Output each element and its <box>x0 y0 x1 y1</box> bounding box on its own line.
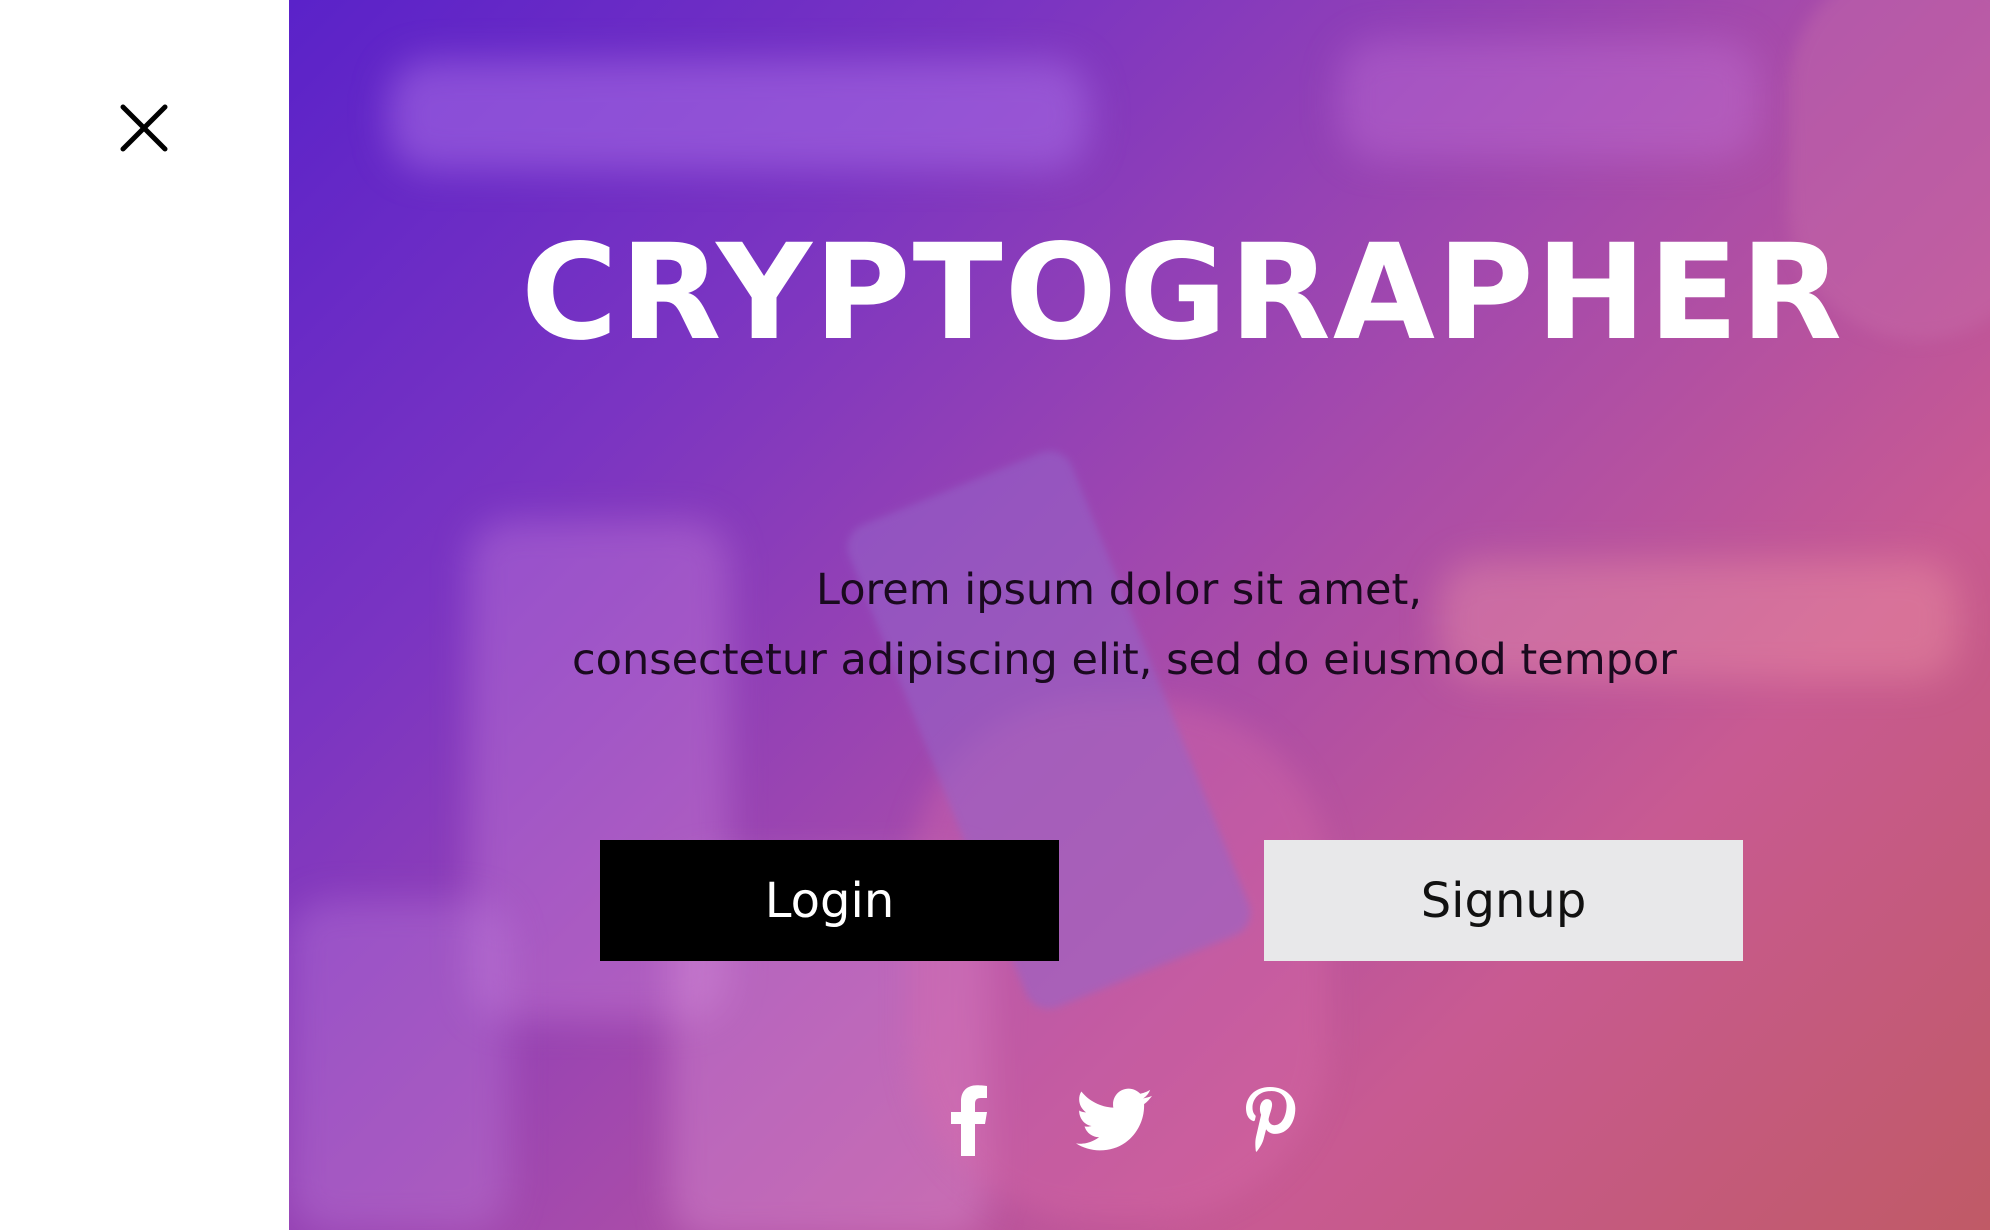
facebook-link[interactable] <box>939 1080 999 1160</box>
facebook-icon <box>951 1085 987 1156</box>
background-shape <box>289 900 509 1230</box>
twitter-link[interactable] <box>1074 1080 1154 1160</box>
side-panel <box>0 0 289 1230</box>
subtitle-line-2: consectetur adipiscing elit, sed do eius… <box>572 635 1677 685</box>
subtitle-line-1: Lorem ipsum dolor sit amet, <box>816 565 1423 615</box>
background-shape <box>389 60 1089 170</box>
page: CRYPTOGRAPHER Lorem ipsum dolor sit amet… <box>0 0 1990 1230</box>
pinterest-link[interactable] <box>1239 1080 1299 1160</box>
login-button[interactable]: Login <box>600 840 1059 961</box>
pinterest-icon <box>1246 1087 1296 1152</box>
signup-button[interactable]: Signup <box>1264 840 1743 961</box>
twitter-icon <box>1076 1088 1152 1151</box>
hero-subtitle: Lorem ipsum dolor sit amet, consectetur … <box>289 555 1990 695</box>
hero-section: CRYPTOGRAPHER Lorem ipsum dolor sit amet… <box>289 0 1990 1230</box>
background-shape <box>1339 40 1759 160</box>
close-button[interactable] <box>114 98 174 158</box>
close-icon <box>120 104 168 152</box>
hero-title: CRYPTOGRAPHER <box>521 216 1845 370</box>
